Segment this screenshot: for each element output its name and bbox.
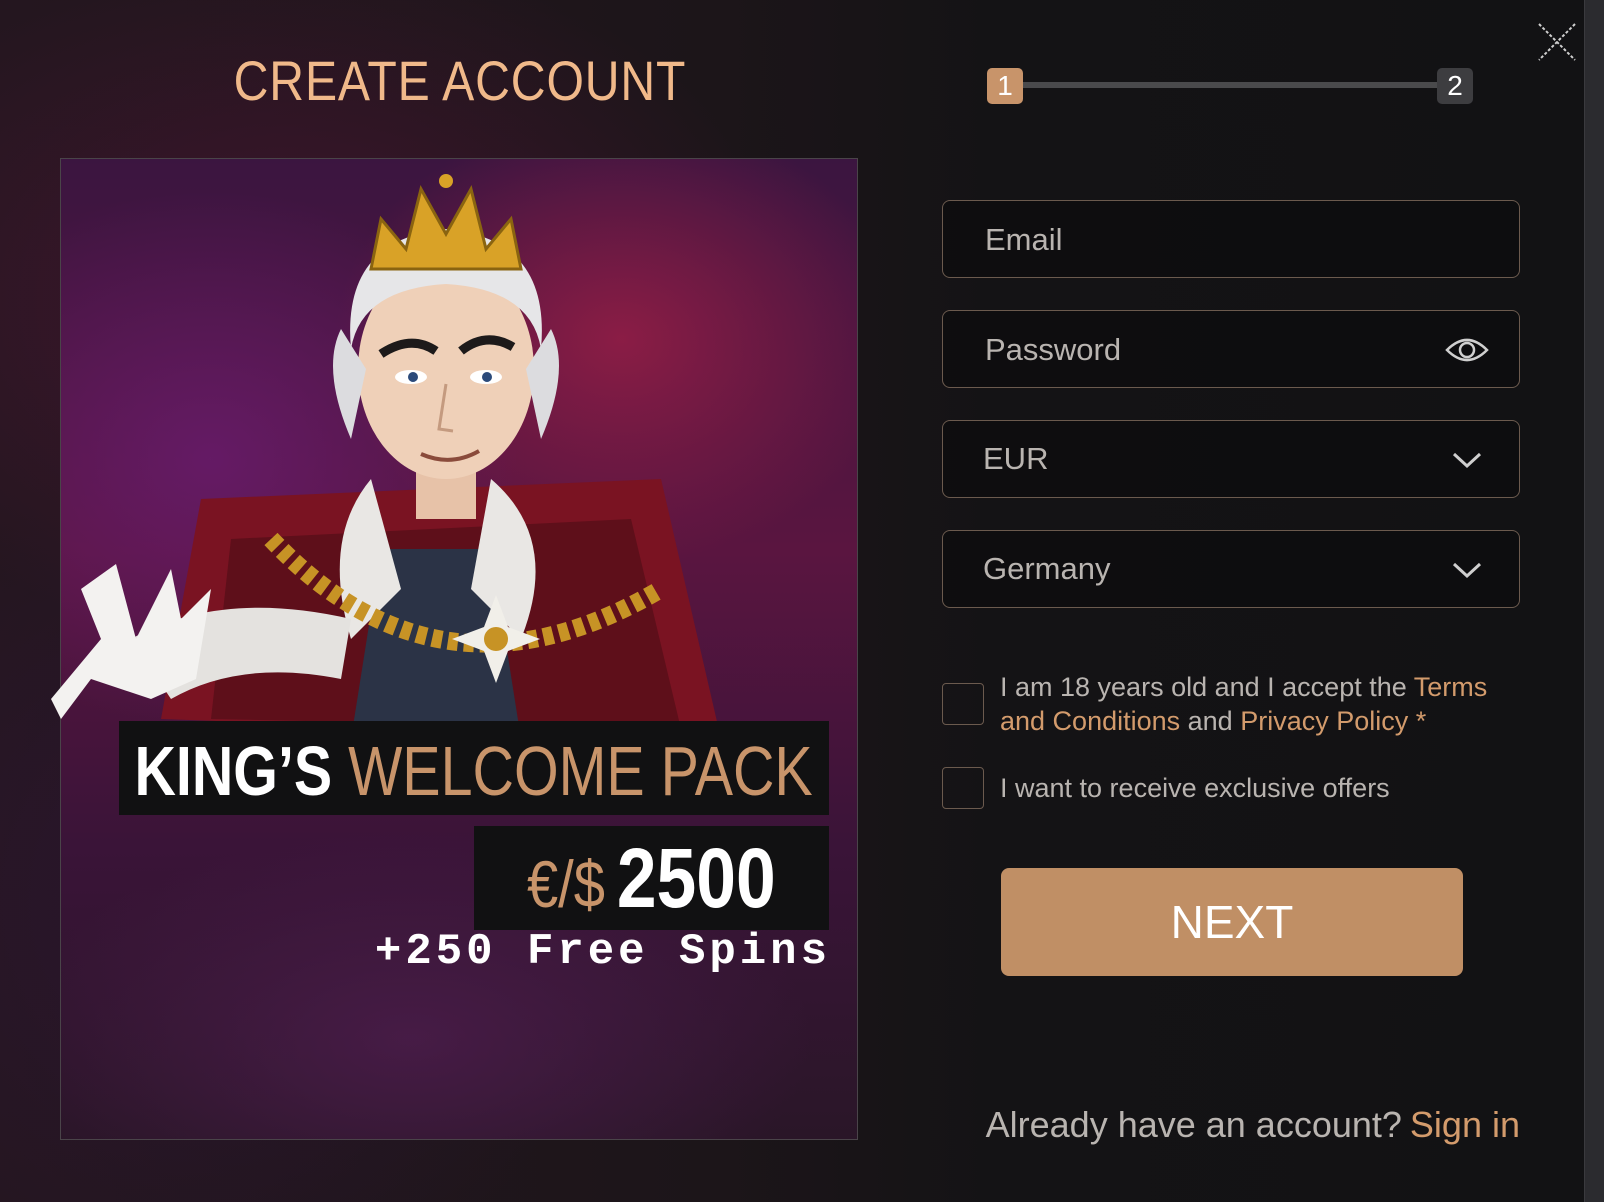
step-1-indicator: 1 (987, 68, 1023, 104)
country-select-value: Germany (983, 551, 1111, 586)
offers-label: I want to receive exclusive offers (1000, 773, 1390, 803)
close-button[interactable] (1535, 20, 1579, 64)
terms-prefix: I am 18 years old and I accept the (1000, 672, 1414, 702)
email-field-wrapper (942, 200, 1520, 279)
signin-link[interactable]: Sign in (1410, 1104, 1520, 1145)
currency-dropdown-toggle[interactable] (1443, 443, 1491, 477)
signin-prompt: Already have an account? (985, 1104, 1402, 1145)
required-asterisk: * (1408, 706, 1427, 736)
king-mascot-image (51, 174, 721, 739)
close-icon (1538, 23, 1576, 61)
welcome-pack-word: WELCOME PACK (348, 732, 814, 810)
bonus-value: 2500 (617, 830, 776, 925)
email-input[interactable] (983, 201, 1417, 279)
currency-select-value: EUR (983, 441, 1049, 476)
scrollbar[interactable] (1584, 0, 1604, 1202)
step-2-indicator: 2 (1437, 68, 1473, 104)
privacy-policy-link[interactable]: Privacy Policy (1240, 706, 1408, 736)
country-select[interactable]: Germany (942, 530, 1520, 608)
next-button[interactable]: NEXT (1001, 868, 1463, 976)
king-word: KING’S (134, 732, 333, 810)
password-field-wrapper (942, 310, 1520, 389)
eye-icon (1445, 338, 1489, 362)
bonus-amount: €/$ 2500 (474, 826, 829, 930)
welcome-pack-promo: KING’S WELCOME PACK €/$ 2500 +250 Free Sp… (51, 158, 858, 1140)
chevron-down-icon (1452, 452, 1482, 469)
currency-select[interactable]: EUR (942, 420, 1520, 498)
signin-row: Already have an account? Sign in (900, 1104, 1520, 1146)
free-spins-text: +250 Free Spins (374, 927, 831, 977)
terms-middle: and (1180, 706, 1241, 736)
country-dropdown-toggle[interactable] (1443, 553, 1491, 587)
stepper-track (1000, 82, 1440, 88)
welcome-pack-heading: KING’S WELCOME PACK (119, 724, 829, 818)
terms-checkbox[interactable] (942, 683, 984, 725)
password-input[interactable] (983, 311, 1417, 389)
toggle-password-visibility[interactable] (1443, 333, 1491, 367)
page-title: CREATE ACCOUNT (233, 49, 687, 112)
terms-label: I am 18 years old and I accept the Terms… (1000, 670, 1520, 738)
chevron-down-icon (1452, 562, 1482, 579)
create-account-modal: CREATE ACCOUNT KING’S WELCOME PACK €/$ 2… (0, 0, 1604, 1202)
bonus-currency: €/$ (527, 846, 606, 921)
offers-checkbox[interactable] (942, 767, 984, 809)
